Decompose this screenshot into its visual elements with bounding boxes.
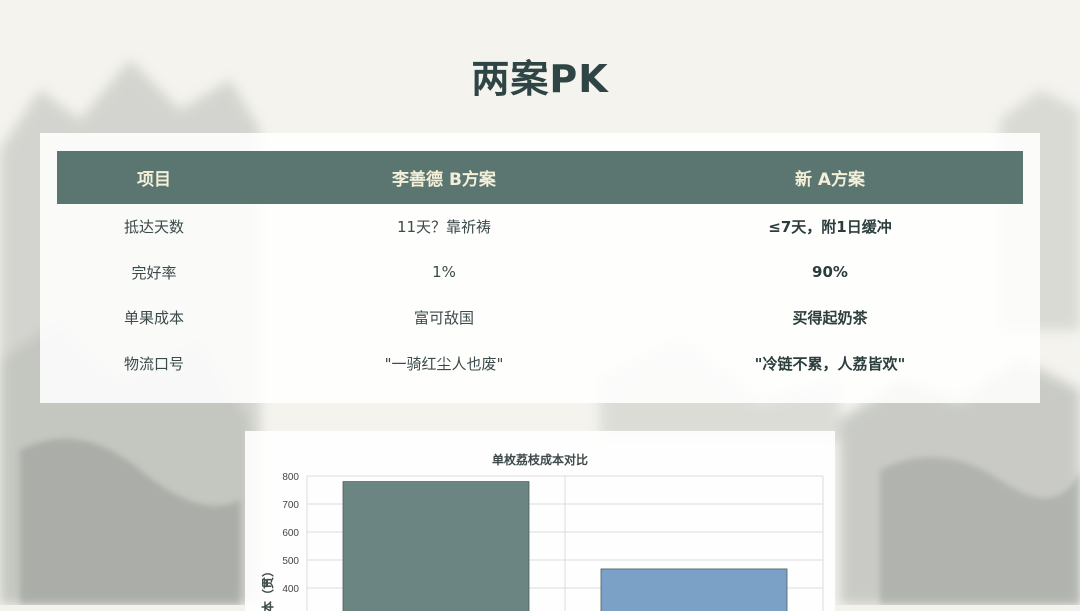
row-plan-a: ≤7天，附1日缓冲	[768, 218, 892, 237]
y-tick-label: 600	[282, 528, 299, 539]
row-plan-b: 富可敌国	[413, 309, 474, 328]
y-tick-labels: 400 500 600 700 800	[282, 472, 299, 595]
row-plan-b: 11天？靠祈祷	[396, 218, 492, 237]
comparison-table: 项目 李善德 B方案 新 A方案 抵达天数 11天？靠祈祷 ≤7天，附1日缓冲 …	[57, 151, 1023, 386]
chart-bar	[342, 481, 530, 611]
table-row: 物流口号 "一骑红尘人也废" "冷链不累，人荔皆欢"	[57, 341, 1023, 387]
row-plan-a: "冷链不累，人荔皆欢"	[754, 354, 906, 373]
row-plan-b: "一骑红尘人也废"	[384, 354, 504, 373]
header-plan-b: 李善德 B方案	[251, 151, 637, 204]
y-tick-label: 700	[282, 500, 299, 511]
comparison-card: 项目 李善德 B方案 新 A方案 抵达天数 11天？靠祈祷 ≤7天，附1日缓冲 …	[40, 133, 1040, 403]
row-plan-a: 90%	[812, 263, 848, 282]
header-item: 项目	[57, 151, 251, 204]
y-tick-label: 800	[282, 472, 299, 483]
row-plan-a: 买得起奶茶	[792, 309, 868, 328]
table-row: 单果成本 富可敌国 买得起奶茶	[57, 295, 1023, 341]
cost-bar-chart: 单枚荔枝成本对比 本（贯） 400 500 600 700 800	[260, 452, 824, 611]
row-item: 物流口号	[123, 354, 184, 373]
table-header-row: 项目 李善德 B方案 新 A方案	[57, 151, 1023, 204]
chart-title: 单枚荔枝成本对比	[492, 452, 588, 467]
row-item: 完好率	[131, 263, 177, 282]
header-plan-a: 新 A方案	[637, 151, 1023, 204]
row-item: 单果成本	[123, 309, 184, 328]
table-row: 抵达天数 11天？靠祈祷 ≤7天，附1日缓冲	[57, 204, 1023, 250]
row-item: 抵达天数	[123, 218, 184, 237]
y-tick-label: 500	[282, 556, 299, 567]
chart-card: 单枚荔枝成本对比 本（贯） 400 500 600 700 800	[245, 431, 835, 611]
row-plan-b: 1%	[432, 263, 456, 282]
y-tick-label: 400	[282, 584, 299, 595]
slide-title: 两案PK	[471, 57, 609, 101]
table-row: 完好率 1% 90%	[57, 250, 1023, 296]
y-axis-label: 本（贯）	[260, 565, 275, 611]
